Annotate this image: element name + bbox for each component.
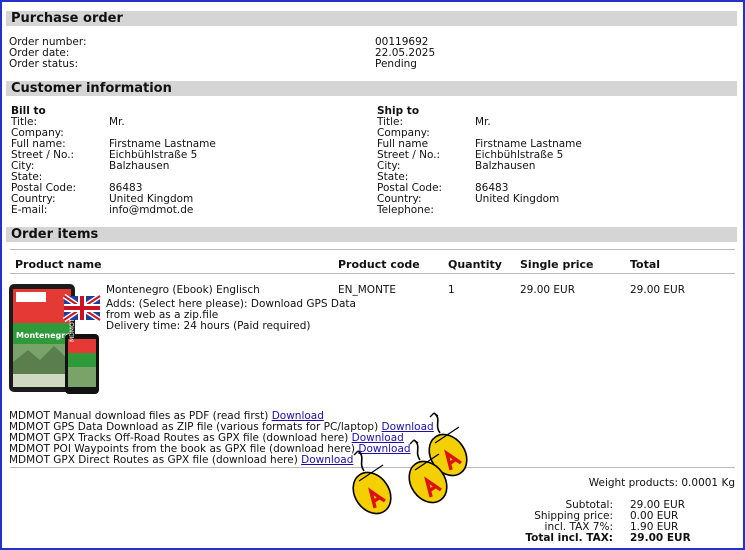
address-value: info@mdmot.de <box>109 204 194 216</box>
address-value: Mr. <box>475 116 491 128</box>
product-code: EN_MONTE <box>338 284 396 296</box>
svg-text:MDMOT: MDMOT <box>69 318 76 342</box>
ship-to-block: Ship to Title: Mr. Company: Full name Firstn… <box>377 106 717 216</box>
download-row-direct: MDMOT GPX Direct Routes as GPX file (dow… <box>9 455 353 466</box>
product-name-cell: Montenegro (Ebook) Englisch <box>106 285 260 296</box>
product-details: Adds: (Select here please): Download GPS… <box>106 299 356 332</box>
address-value: Balzhausen <box>109 160 170 172</box>
bill-to-block: Bill to Title: Mr. Company: Full name: First… <box>11 106 351 216</box>
col-single-price: Single price <box>520 258 594 271</box>
ship-to-heading: Ship to <box>377 105 420 117</box>
product-quantity: 1 <box>448 284 455 296</box>
address-value: Mr. <box>109 116 125 128</box>
bill-to-heading: Bill to <box>11 105 46 117</box>
address-row: Street / No.: Eichbühlstraße 5 <box>11 150 351 161</box>
svg-text:Montenegro: Montenegro <box>16 331 71 340</box>
col-product-code: Product code <box>338 258 420 271</box>
col-quantity: Quantity <box>448 258 502 271</box>
address-label: E-mail: <box>11 204 48 216</box>
ebook-cover-icon: Montenegro MDMOT <box>9 284 102 394</box>
total-value: 29.00 EUR <box>630 532 691 544</box>
download-link-poi[interactable]: Download <box>358 443 410 455</box>
weight-products: Weight products: 0.0001 Kg <box>588 477 735 489</box>
order-labels: Order number: Order date: Order status: <box>9 37 87 70</box>
order-values: 00119692 22.05.2025 Pending <box>375 37 435 70</box>
product-image[interactable]: Montenegro MDMOT <box>8 282 102 396</box>
table-top-rule <box>10 249 735 250</box>
address-value: Balzhausen <box>475 160 536 172</box>
purchase-order-header: Purchase order <box>6 11 737 26</box>
product-total: 29.00 EUR <box>630 284 686 296</box>
address-row: Telephone: <box>377 205 717 216</box>
order-status-value: Pending <box>375 58 417 70</box>
product-single-price: 29.00 EUR <box>520 284 576 296</box>
col-product-name: Product name <box>15 258 102 271</box>
download-text: MDMOT GPX Direct Routes as GPX file (dow… <box>9 454 298 466</box>
product-delivery: Delivery time: 24 hours (Paid required) <box>106 320 311 332</box>
customer-info-header: Customer information <box>6 81 737 96</box>
download-link-direct[interactable]: Download <box>301 454 353 466</box>
address-value: United Kingdom <box>475 193 560 205</box>
address-row: City: Balzhausen <box>377 161 717 172</box>
order-status-label: Order status: <box>9 58 78 70</box>
col-total: Total <box>630 258 661 271</box>
total-label: Total incl. TAX: <box>525 532 613 544</box>
address-row: Street / No.: Eichbühlstraße 5 <box>377 150 717 161</box>
address-label: Telephone: <box>377 204 434 216</box>
address-row: E-mail: info@mdmot.de <box>11 205 351 216</box>
product-name: Montenegro (Ebook) Englisch <box>106 284 260 296</box>
address-row: City: Balzhausen <box>11 161 351 172</box>
order-items-header: Order items <box>6 227 737 242</box>
items-bottom-rule <box>10 467 735 468</box>
table-header-rule <box>10 273 735 274</box>
